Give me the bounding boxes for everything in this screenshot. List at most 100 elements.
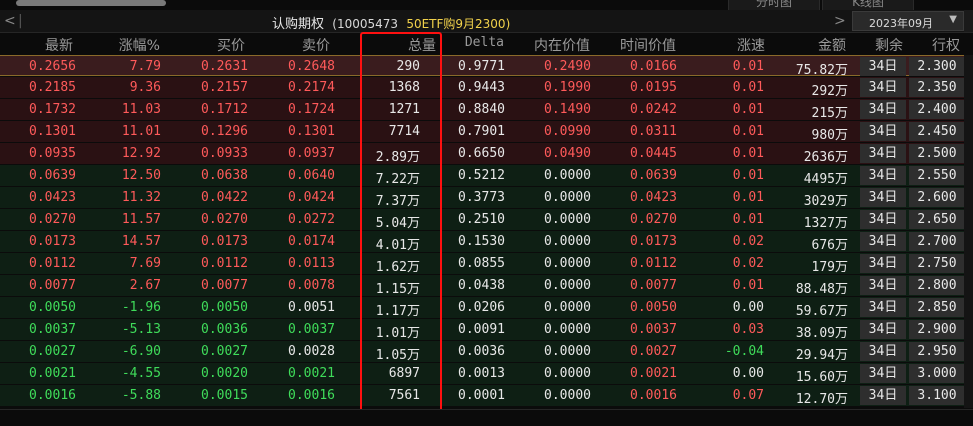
cell-last: 0.0639 bbox=[29, 168, 76, 183]
cell-tv: 0.0021 bbox=[630, 366, 677, 381]
cell-days: 34日 bbox=[860, 122, 906, 141]
cell-strike: 3.100 bbox=[909, 386, 965, 405]
cell-days: 34日 bbox=[860, 254, 906, 273]
cell-intr: 0.0000 bbox=[544, 300, 591, 315]
col-change[interactable]: 涨幅% bbox=[119, 35, 160, 55]
table-row[interactable]: 0.2185 9.36 0.2157 0.2174 1368 0.9443 0.1990 0.… bbox=[0, 77, 973, 99]
cell-delta: 0.2510 bbox=[458, 212, 505, 227]
cell-strike: 2.950 bbox=[909, 342, 965, 361]
table-row[interactable]: 0.0173 14.57 0.0173 0.0174 4.01万 0.1530 0.0000… bbox=[0, 231, 973, 253]
cell-chg: 9.36 bbox=[129, 80, 161, 95]
cell-days: 34日 bbox=[860, 78, 906, 97]
cell-delta: 0.5212 bbox=[458, 168, 505, 183]
table-row[interactable]: 0.0935 12.92 0.0933 0.0937 2.89万 0.6650 0.0490… bbox=[0, 143, 973, 165]
cell-spd: 0.02 bbox=[732, 234, 764, 249]
table-row[interactable]: 0.0016 -5.88 0.0015 0.0016 7561 0.0001 0.0000 0… bbox=[0, 385, 973, 407]
cell-last: 0.0027 bbox=[29, 344, 76, 359]
table-row[interactable]: 0.0037 -5.13 0.0036 0.0037 1.01万 0.0091 0.0000… bbox=[0, 319, 973, 341]
cell-tv: 0.0270 bbox=[630, 212, 677, 227]
col-delta[interactable]: Delta bbox=[465, 35, 504, 50]
col-strike[interactable]: 行权 bbox=[932, 35, 960, 55]
col-bid[interactable]: 买价 bbox=[217, 35, 245, 55]
cell-intr: 0.0000 bbox=[544, 278, 591, 293]
cell-ask: 0.1301 bbox=[288, 124, 335, 139]
chevron-left-icon[interactable]: < bbox=[4, 13, 16, 29]
cell-ask: 0.0113 bbox=[288, 256, 335, 271]
cell-strike: 2.500 bbox=[909, 144, 965, 163]
cell-strike: 2.900 bbox=[909, 320, 965, 339]
table-row[interactable]: 0.1732 11.03 0.1712 0.1724 1271 0.8840 0.1490 0… bbox=[0, 99, 973, 121]
col-intrinsic[interactable]: 内在价值 bbox=[534, 35, 590, 55]
cell-ask: 0.2648 bbox=[288, 59, 335, 74]
cell-last: 0.0112 bbox=[29, 256, 76, 271]
cell-strike: 3.000 bbox=[909, 364, 965, 383]
table-row[interactable]: 0.0270 11.57 0.0270 0.0272 5.04万 0.2510 0.0000… bbox=[0, 209, 973, 231]
cell-strike: 2.300 bbox=[909, 57, 965, 76]
cell-strike: 2.600 bbox=[909, 188, 965, 207]
cell-tv: 0.0037 bbox=[630, 322, 677, 337]
cell-strike: 2.450 bbox=[909, 122, 965, 141]
table-row[interactable]: 0.1301 11.01 0.1296 0.1301 7714 0.7901 0.0990 0… bbox=[0, 121, 973, 143]
col-days[interactable]: 剩余 bbox=[875, 35, 903, 55]
cell-bid: 0.0020 bbox=[201, 366, 248, 381]
cell-bid: 0.0036 bbox=[201, 322, 248, 337]
cell-chg: 11.01 bbox=[121, 124, 161, 139]
col-last[interactable]: 最新 bbox=[45, 35, 73, 55]
cell-ask: 0.0078 bbox=[288, 278, 335, 293]
cell-last: 0.0016 bbox=[29, 388, 76, 403]
cell-delta: 0.0855 bbox=[458, 256, 505, 271]
col-amount[interactable]: 金额 bbox=[818, 35, 846, 55]
cell-amt: 38.09万 bbox=[795, 326, 848, 341]
col-timevalue[interactable]: 时间价值 bbox=[620, 35, 676, 55]
cell-last: 0.0077 bbox=[29, 278, 76, 293]
table-row[interactable]: 0.0077 2.67 0.0077 0.0078 1.15万 0.0438 0.0000 0… bbox=[0, 275, 973, 297]
table-row[interactable]: 0.2656 7.79 0.2631 0.2648 290 0.9771 0.2490 0.0… bbox=[0, 55, 973, 78]
cell-delta: 0.0036 bbox=[458, 344, 505, 359]
cell-ask: 0.0021 bbox=[288, 366, 335, 381]
month-select[interactable]: 2023年09月 ▼ bbox=[852, 11, 964, 31]
cell-amt: 12.70万 bbox=[795, 392, 848, 407]
table-row[interactable]: 0.0027 -6.90 0.0027 0.0028 1.05万 0.0036 0.0000… bbox=[0, 341, 973, 363]
vertical-scrollbar[interactable] bbox=[964, 55, 973, 408]
cell-bid: 0.0112 bbox=[201, 256, 248, 271]
chevron-right-icon[interactable]: > bbox=[834, 13, 846, 29]
cell-spd: -0.04 bbox=[724, 344, 764, 359]
cell-tv: 0.0112 bbox=[630, 256, 677, 271]
chevron-down-icon: ▼ bbox=[949, 14, 957, 25]
cell-tv: 0.0016 bbox=[630, 388, 677, 403]
volume-highlight-box bbox=[360, 32, 442, 412]
cell-bid: 0.0933 bbox=[201, 146, 248, 161]
cell-tv: 0.0445 bbox=[630, 146, 677, 161]
table-row[interactable]: 0.0423 11.32 0.0422 0.0424 7.37万 0.3773 0.0000… bbox=[0, 187, 973, 209]
cell-intr: 0.1490 bbox=[544, 102, 591, 117]
cell-days: 34日 bbox=[860, 100, 906, 119]
cell-intr: 0.1990 bbox=[544, 80, 591, 95]
table-row[interactable]: 0.0021 -4.55 0.0020 0.0021 6897 0.0013 0.0000 0… bbox=[0, 363, 973, 385]
cell-intr: 0.0000 bbox=[544, 212, 591, 227]
table-row[interactable]: 0.0112 7.69 0.0112 0.0113 1.62万 0.0855 0.0000 0… bbox=[0, 253, 973, 275]
top-scrollbar[interactable] bbox=[16, 0, 166, 6]
cell-days: 34日 bbox=[860, 276, 906, 295]
table-row[interactable]: 0.0639 12.50 0.0638 0.0640 7.22万 0.5212 0.0000… bbox=[0, 165, 973, 187]
cell-ask: 0.0272 bbox=[288, 212, 335, 227]
col-speed[interactable]: 涨速 bbox=[737, 35, 765, 55]
cell-ask: 0.1724 bbox=[288, 102, 335, 117]
cell-tv: 0.0050 bbox=[630, 300, 677, 315]
cell-spd: 0.01 bbox=[732, 59, 764, 74]
cell-amt: 59.67万 bbox=[795, 304, 848, 319]
cell-bid: 0.0050 bbox=[201, 300, 248, 315]
cell-spd: 0.01 bbox=[732, 190, 764, 205]
cell-chg: -5.88 bbox=[121, 388, 161, 403]
cell-ask: 0.0937 bbox=[288, 146, 335, 161]
cell-last: 0.2185 bbox=[29, 80, 76, 95]
cell-spd: 0.01 bbox=[732, 124, 764, 139]
cell-spd: 0.01 bbox=[732, 212, 764, 227]
cell-days: 34日 bbox=[860, 364, 906, 383]
cell-intr: 0.0490 bbox=[544, 146, 591, 161]
cell-strike: 2.800 bbox=[909, 276, 965, 295]
cell-tv: 0.0195 bbox=[630, 80, 677, 95]
col-ask[interactable]: 卖价 bbox=[302, 35, 330, 55]
cell-chg: 7.69 bbox=[129, 256, 161, 271]
table-row[interactable]: 0.0050 -1.96 0.0050 0.0051 1.17万 0.0206 0.0000… bbox=[0, 297, 973, 319]
contract-code: (10005473 bbox=[332, 17, 399, 31]
